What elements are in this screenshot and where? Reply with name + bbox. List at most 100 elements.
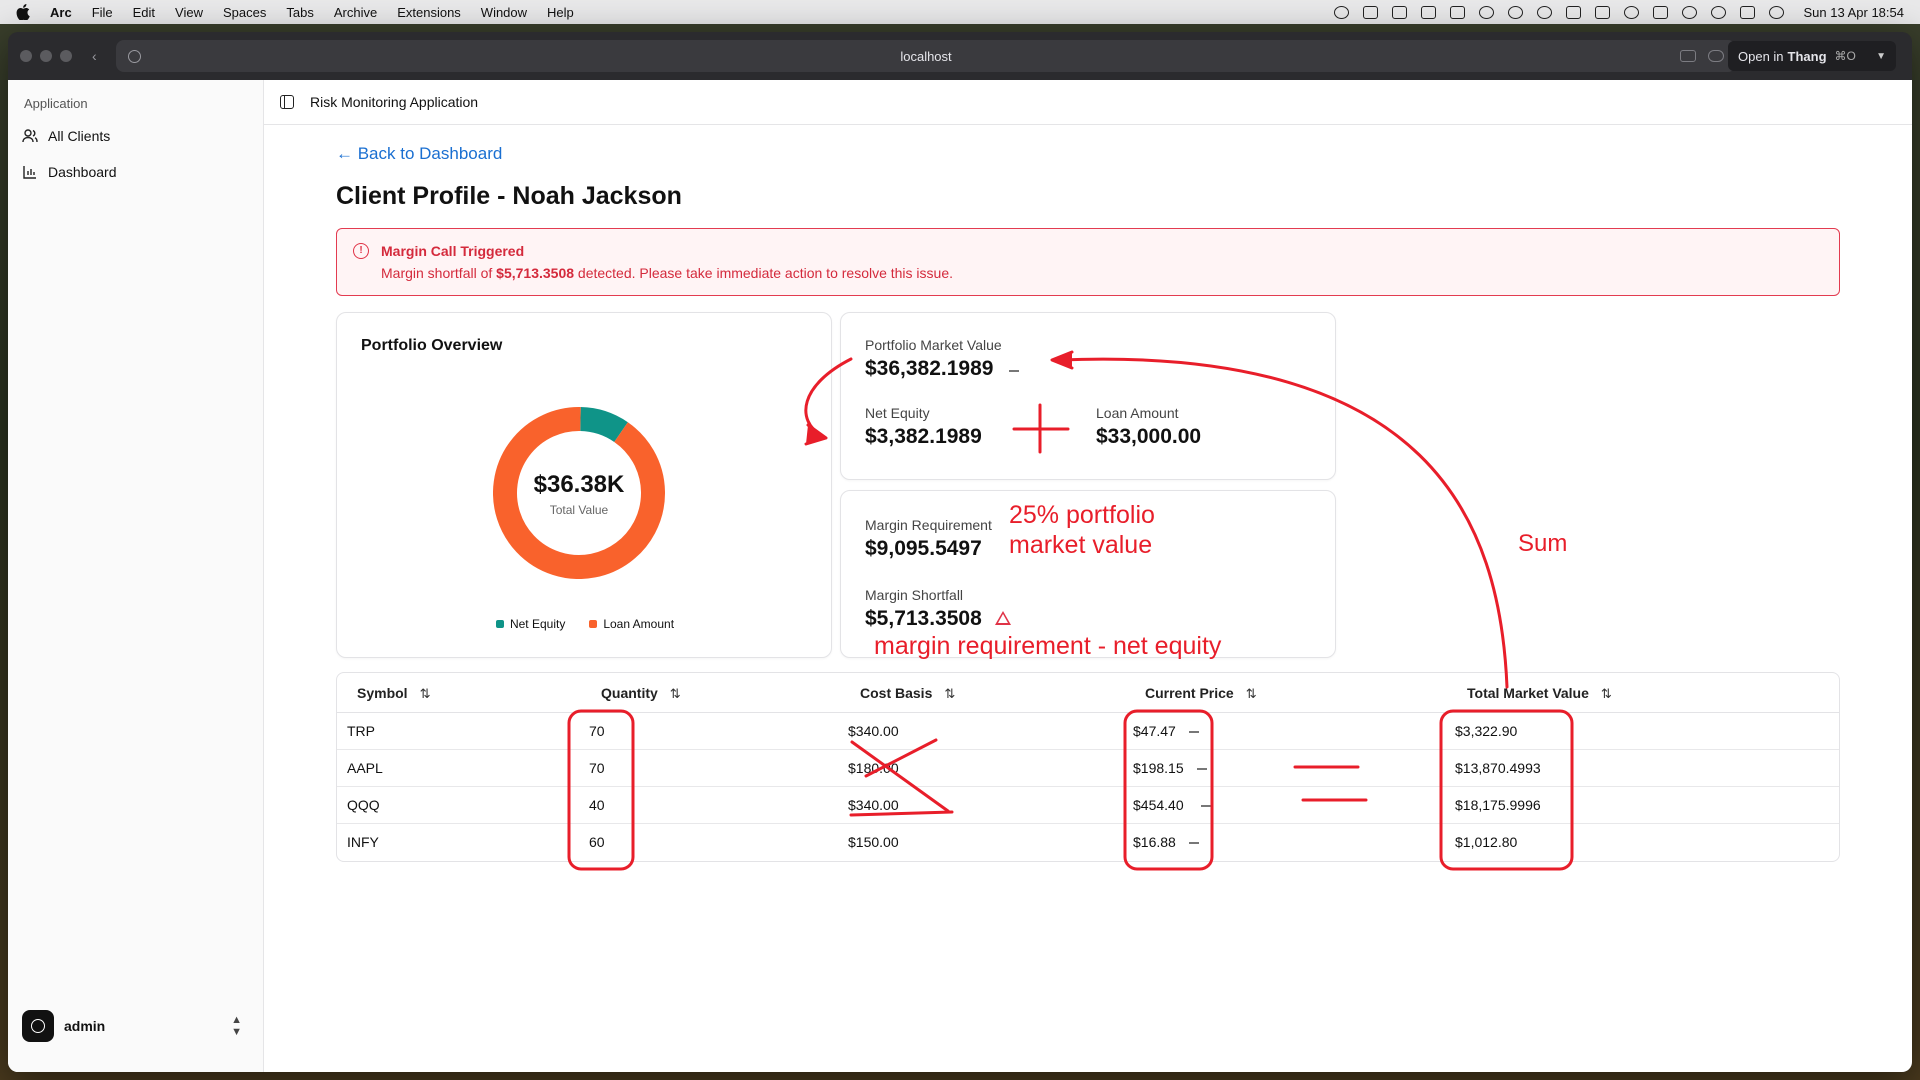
capture-icon[interactable] — [1680, 50, 1696, 62]
browser-back-icon[interactable]: ‹ — [92, 48, 97, 64]
open-in-prefix: Open in — [1738, 48, 1784, 64]
play-icon[interactable] — [1623, 5, 1639, 19]
column-header-cost-basis[interactable]: Cost Basis ⇅ — [860, 685, 955, 702]
column-header-symbol[interactable]: Symbol ⇅ — [357, 685, 430, 702]
siri-icon[interactable] — [1768, 5, 1784, 19]
table-row[interactable]: TRP 70 $340.00 $47.47 $3,322.90 — [337, 713, 1839, 750]
menu-extensions[interactable]: Extensions — [397, 5, 461, 20]
cell-current-price: $454.40 — [1133, 797, 1184, 813]
user-menu[interactable]: admin ▲ ▼ — [22, 1008, 248, 1044]
alert-shortfall-amount: $5,713.3508 — [496, 265, 575, 281]
username: admin — [64, 1018, 106, 1034]
column-header-total-market-value[interactable]: Total Market Value ⇅ — [1467, 685, 1612, 702]
sort-icon[interactable]: ⇅ — [670, 686, 681, 702]
main-panel: Risk Monitoring Application ← Back to Da… — [264, 80, 1912, 1072]
annotation-percent-note: 25% portfolio market value — [1009, 500, 1155, 560]
bluetooth-icon[interactable] — [1565, 5, 1581, 19]
menu-archive[interactable]: Archive — [334, 5, 377, 20]
open-in-button[interactable]: Open in Thang ⌘O ▼ — [1728, 41, 1896, 71]
legend-net-equity[interactable]: Net Equity — [495, 617, 565, 631]
portfolio-metrics-card: Portfolio Market Value $36,382.1989 Net … — [840, 312, 1336, 480]
pmv-value: $36,382.1989 — [865, 357, 994, 380]
cell-total-market-value: $1,012.80 — [1455, 834, 1518, 850]
donut-slice-net-equity[interactable] — [579, 407, 628, 443]
calendar-icon[interactable] — [1362, 5, 1378, 19]
menu-app-name[interactable]: Arc — [50, 5, 72, 20]
keyboard-input-icon[interactable] — [1594, 5, 1610, 19]
alert-msg-prefix: Margin shortfall of — [381, 265, 497, 281]
donut-total-value: $36.38K — [533, 471, 625, 498]
chevron-down-icon[interactable]: ▼ — [1876, 51, 1886, 62]
cell-quantity: 40 — [589, 797, 605, 813]
cell-total-market-value: $3,322.90 — [1455, 723, 1518, 739]
column-header-label: Cost Basis — [860, 685, 933, 701]
menu-spaces[interactable]: Spaces — [223, 5, 266, 20]
spotlight-search-icon[interactable] — [1710, 5, 1726, 19]
sort-icon[interactable]: ⇅ — [1246, 686, 1257, 702]
battery-icon[interactable] — [1652, 5, 1668, 19]
close-window-button[interactable] — [20, 50, 32, 62]
sort-icon[interactable]: ⇅ — [944, 686, 955, 702]
portfolio-overview-card: Portfolio Overview $36.38K Total Value N… — [336, 312, 832, 658]
cell-quantity: 60 — [589, 834, 605, 850]
menu-tabs[interactable]: Tabs — [286, 5, 313, 20]
menu-view[interactable]: View — [175, 5, 203, 20]
menu-edit[interactable]: Edit — [133, 5, 155, 20]
table-row[interactable]: AAPL 70 $180.00 $198.15 $13,870.4993 — [337, 750, 1839, 787]
sidebar-item-label: Dashboard — [48, 164, 117, 180]
airdrop-icon[interactable] — [1536, 5, 1552, 19]
window-controls — [20, 50, 72, 62]
cell-cost-basis: $340.00 — [848, 723, 899, 739]
cell-cost-basis: $180.00 — [848, 760, 899, 776]
menu-window[interactable]: Window — [481, 5, 527, 20]
cell-symbol: INFY — [347, 834, 379, 850]
overview-title: Portfolio Overview — [361, 337, 503, 354]
pen-icon[interactable] — [1391, 5, 1407, 19]
column-header-label: Total Market Value — [1467, 685, 1589, 701]
sort-icon[interactable]: ⇅ — [1601, 686, 1612, 702]
chevron-up-down-icon: ▲ ▼ — [231, 1014, 242, 1038]
sidebar-item-dashboard[interactable]: Dashboard — [22, 164, 117, 180]
legend-loan-amount[interactable]: Loan Amount — [589, 617, 674, 631]
url-text: localhost — [900, 48, 952, 64]
sidebar-group-label: Application — [24, 96, 88, 111]
pmv-label: Portfolio Market Value — [865, 337, 1002, 353]
cell-cost-basis: $340.00 — [848, 797, 899, 813]
column-header-quantity[interactable]: Quantity ⇅ — [601, 685, 681, 702]
upload-icon[interactable] — [1449, 5, 1465, 19]
table-row[interactable]: INFY 60 $150.00 $16.88 $1,012.80 — [337, 824, 1839, 861]
minimize-window-button[interactable] — [40, 50, 52, 62]
sort-icon[interactable]: ⇅ — [420, 686, 431, 702]
sidebar-item-label: All Clients — [48, 128, 111, 144]
sidebar-toggle-icon[interactable] — [280, 95, 294, 109]
weather-icon[interactable] — [1507, 5, 1523, 19]
legend-swatch — [589, 620, 598, 628]
table-row[interactable]: QQQ 40 $340.00 $454.40 $18,175.9996 — [337, 787, 1839, 824]
macos-menubar: Arc File Edit View Spaces Tabs Archive E… — [0, 0, 1920, 24]
address-bar[interactable]: localhost — [116, 40, 1736, 72]
column-header-current-price[interactable]: Current Price ⇅ — [1145, 685, 1257, 702]
app-sidebar: Application All Clients Dashboard admin … — [8, 80, 264, 1072]
back-to-dashboard-link[interactable]: ← Back to Dashboard — [336, 144, 502, 164]
menu-file[interactable]: File — [92, 5, 113, 20]
alert-msg-suffix: detected. Please take immediate action t… — [574, 265, 954, 281]
sidebar-item-all-clients[interactable]: All Clients — [22, 128, 110, 144]
zoom-window-button[interactable] — [60, 50, 72, 62]
cell-symbol: TRP — [347, 723, 375, 739]
chatgpt-icon[interactable] — [1478, 5, 1494, 19]
cell-cost-basis: $150.00 — [848, 834, 899, 850]
legend-label: Loan Amount — [603, 617, 675, 631]
copy-link-icon[interactable] — [1708, 50, 1724, 62]
menu-help[interactable]: Help — [547, 5, 574, 20]
web-content: Application All Clients Dashboard admin … — [8, 80, 1912, 1072]
margin-shortfall-label: Margin Shortfall — [865, 587, 964, 603]
wifi-icon[interactable] — [1681, 5, 1697, 19]
apple-logo-icon[interactable] — [16, 4, 32, 21]
control-center-icon[interactable] — [1739, 5, 1755, 19]
status-menus: Sun 13 Apr 18:54 — [1333, 0, 1904, 24]
annotation-shortfall-formula: margin requirement - net equity — [874, 632, 1222, 660]
notion-icon[interactable] — [1420, 5, 1436, 19]
chart-icon — [23, 166, 36, 179]
teams-icon[interactable] — [1333, 5, 1349, 19]
menubar-clock[interactable]: Sun 13 Apr 18:54 — [1804, 5, 1904, 20]
